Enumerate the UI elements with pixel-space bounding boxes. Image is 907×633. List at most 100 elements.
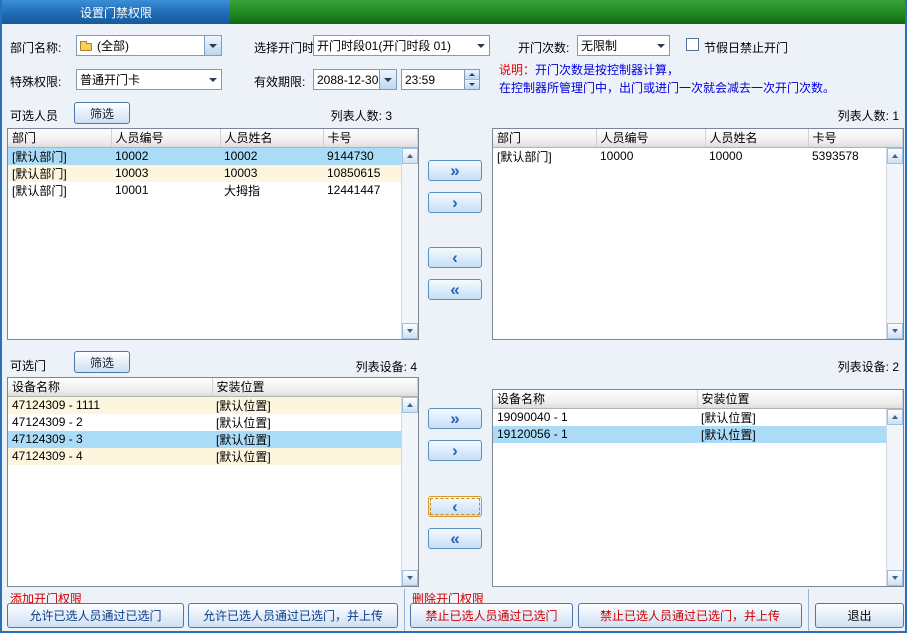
doors-selected-list[interactable]: 设备名称安装位置19090040 - 1[默认位置]19120056 - 1[默… — [492, 389, 904, 587]
doors-selected-table: 设备名称安装位置19090040 - 1[默认位置]19120056 - 1[默… — [493, 390, 903, 443]
chevron-down-icon[interactable] — [652, 36, 669, 55]
scroll-up-button[interactable] — [887, 409, 903, 425]
vertical-scrollbar[interactable] — [401, 148, 418, 339]
doors-move-right-button[interactable]: › — [428, 440, 482, 461]
column-header[interactable]: 人员编号 — [111, 129, 220, 147]
open-count-combobox[interactable]: 无限制 — [577, 35, 670, 56]
scroll-up-button[interactable] — [887, 148, 903, 164]
table-row[interactable]: 47124309 - 1111[默认位置] — [8, 396, 418, 414]
doors-filter-button[interactable]: 筛选 — [74, 351, 130, 373]
column-header[interactable]: 部门 — [493, 129, 596, 147]
table-cell: 10001 — [111, 182, 220, 199]
table-cell: [默认位置] — [212, 396, 418, 414]
table-row[interactable]: 47124309 - 4[默认位置] — [8, 448, 418, 465]
allow-selected-upload-button[interactable]: 允许已选人员通过已选门，并上传 — [188, 603, 398, 628]
validity-date-picker[interactable]: 2088-12-30 — [313, 69, 397, 90]
persons-move-right-button[interactable]: › — [428, 192, 482, 213]
app-window: 设置门禁权限 部门名称: (全部) 选择开门时段: 开门时段01(开门时段 01… — [0, 0, 907, 633]
dept-combobox[interactable]: (全部) — [76, 35, 222, 56]
validity-label: 有效期限: — [254, 73, 305, 90]
scroll-down-button[interactable] — [887, 323, 903, 339]
persons-selected-list[interactable]: 部门人员编号人员姓名卡号[默认部门]10000100005393578 — [492, 128, 904, 340]
table-cell: 10000 — [596, 147, 705, 165]
table-cell: 10002 — [111, 147, 220, 165]
chevron-down-icon[interactable] — [204, 36, 221, 55]
vertical-scrollbar[interactable] — [886, 409, 903, 586]
column-header[interactable]: 卡号 — [808, 129, 903, 147]
chevron-down-icon[interactable] — [379, 70, 396, 89]
special-combobox-value: 普通开门卡 — [77, 71, 204, 88]
persons-available-table: 部门人员编号人员姓名卡号[默认部门]10002100029144730[默认部门… — [8, 129, 418, 199]
exit-button[interactable]: 退出 — [815, 603, 904, 628]
persons-move-left-button[interactable]: ‹ — [428, 247, 482, 268]
chevron-down-icon[interactable] — [472, 36, 489, 55]
table-row[interactable]: [默认部门]10002100029144730 — [8, 147, 418, 165]
note-text: 说明：开门次数是按控制器计算， 在控制器所管理门中，出门或进门一次就会减去一次开… — [499, 61, 835, 97]
table-row[interactable]: [默认部门]10000100005393578 — [493, 147, 903, 165]
persons-available-list[interactable]: 部门人员编号人员姓名卡号[默认部门]10002100029144730[默认部门… — [7, 128, 419, 340]
scroll-down-button[interactable] — [402, 323, 418, 339]
deny-selected-button[interactable]: 禁止已选人员通过已选门 — [410, 603, 573, 628]
doors-move-left-button[interactable]: ‹ — [428, 496, 482, 517]
scroll-down-button[interactable] — [402, 570, 418, 586]
persons-filter-button[interactable]: 筛选 — [74, 102, 130, 124]
doors-right-count: 列表设备: 2 — [789, 358, 899, 375]
doors-available-list[interactable]: 设备名称安装位置47124309 - 1111[默认位置]47124309 - … — [7, 377, 419, 587]
column-header[interactable]: 卡号 — [323, 129, 418, 147]
persons-move-all-right-button[interactable]: » — [428, 160, 482, 181]
doors-move-all-right-button[interactable]: » — [428, 408, 482, 429]
scroll-up-button[interactable] — [402, 148, 418, 164]
exit-button-label: 退出 — [847, 607, 871, 624]
persons-move-all-left-button[interactable]: « — [428, 279, 482, 300]
deny-selected-upload-button[interactable]: 禁止已选人员通过已选门，并上传 — [578, 603, 802, 628]
double-right-arrow-icon: » — [450, 410, 459, 427]
persons-left-count: 列表人数: 3 — [292, 107, 392, 124]
deny-selected-button-label: 禁止已选人员通过已选门 — [425, 607, 557, 624]
table-row[interactable]: [默认部门]10001大拇指12441447 — [8, 182, 418, 199]
column-header[interactable]: 安装位置 — [697, 390, 903, 408]
allow-selected-button-label: 允许已选人员通过已选门 — [29, 607, 161, 624]
header-row: 设备名称安装位置 — [8, 378, 418, 396]
holiday-checkbox[interactable] — [686, 38, 699, 51]
column-header[interactable]: 安装位置 — [212, 378, 418, 396]
left-arrow-icon: ‹ — [452, 498, 458, 515]
scroll-track[interactable] — [402, 413, 418, 570]
table-cell: 10003 — [220, 165, 323, 182]
persons-right-count: 列表人数: 1 — [799, 107, 899, 124]
chevron-down-icon[interactable] — [204, 70, 221, 89]
table-row[interactable]: 47124309 - 3[默认位置] — [8, 431, 418, 448]
vertical-scrollbar[interactable] — [886, 148, 903, 339]
table-row[interactable]: 47124309 - 2[默认位置] — [8, 414, 418, 431]
scroll-track[interactable] — [887, 164, 903, 323]
table-cell: [默认位置] — [212, 414, 418, 431]
scroll-track[interactable] — [887, 425, 903, 570]
special-combobox[interactable]: 普通开门卡 — [76, 69, 222, 90]
allow-selected-button[interactable]: 允许已选人员通过已选门 — [7, 603, 184, 628]
header-row: 部门人员编号人员姓名卡号 — [8, 129, 418, 147]
column-header[interactable]: 人员姓名 — [705, 129, 808, 147]
spin-down-button[interactable] — [465, 80, 479, 89]
column-header[interactable]: 设备名称 — [8, 378, 212, 396]
validity-time-spinner[interactable]: 23:59 — [401, 69, 480, 90]
table-row[interactable]: 19120056 - 1[默认位置] — [493, 426, 903, 443]
spin-up-button[interactable] — [465, 70, 479, 80]
table-cell: [默认部门] — [8, 165, 111, 182]
table-cell: 19120056 - 1 — [493, 426, 697, 443]
column-header[interactable]: 人员编号 — [596, 129, 705, 147]
titlebar-strip — [230, 0, 905, 24]
scroll-down-button[interactable] — [887, 570, 903, 586]
header-row: 设备名称安装位置 — [493, 390, 903, 408]
column-header[interactable]: 人员姓名 — [220, 129, 323, 147]
scroll-track[interactable] — [402, 164, 418, 323]
doors-filter-button-label: 筛选 — [90, 354, 114, 371]
scroll-up-button[interactable] — [402, 397, 418, 413]
period-combobox[interactable]: 开门时段01(开门时段 01) — [313, 35, 490, 56]
vertical-scrollbar[interactable] — [401, 397, 418, 586]
column-header[interactable]: 部门 — [8, 129, 111, 147]
window-title-tab[interactable]: 设置门禁权限 — [2, 0, 230, 24]
table-row[interactable]: [默认部门]100031000310850615 — [8, 165, 418, 182]
table-cell: [默认位置] — [212, 431, 418, 448]
table-row[interactable]: 19090040 - 1[默认位置] — [493, 408, 903, 426]
column-header[interactable]: 设备名称 — [493, 390, 697, 408]
doors-move-all-left-button[interactable]: « — [428, 528, 482, 549]
